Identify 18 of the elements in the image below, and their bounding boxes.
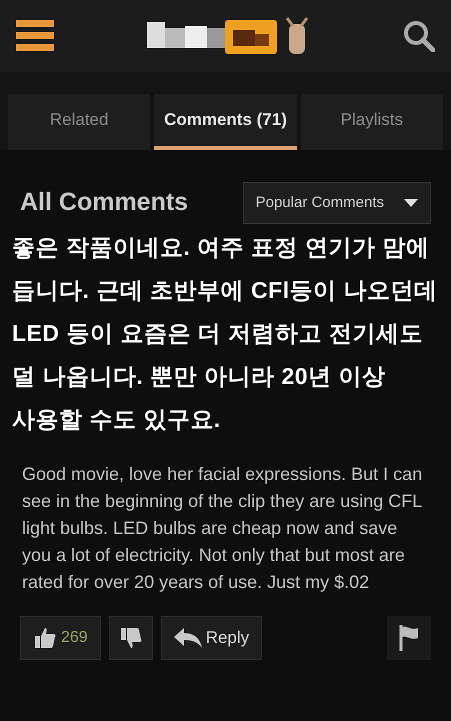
section-heading: All Comments	[20, 187, 188, 218]
reply-button[interactable]: Reply	[160, 616, 262, 660]
flag-icon	[399, 625, 419, 651]
thumbs-up-icon	[33, 626, 57, 650]
tab[interactable]: Playlists	[300, 94, 443, 150]
reply-arrow-icon	[174, 628, 202, 648]
caption-text: 좋은 작품이네요. 여주 표정 연기가 맘에 듭니다. 근데 초반부에 CFl등이 나오던데 LED 등이 요즘은 더 저렴하고 전기세도 덜 나옵니다. 뿐만 아니라 20년 이상 사용할 수도 있구요.	[11, 233, 438, 434]
caret-icon	[404, 199, 418, 207]
comment-text: Good movie, love her facial expressions. But I can see in the beginning of the clip they are using CFL light bulbs. LED bulbs are cheap now and save you a lot of electricity. Not only that but most are rated for over 20 years of use. Just my $.02	[21, 463, 424, 594]
like-button[interactable]: 269	[20, 616, 101, 660]
thumbs-down-icon	[118, 626, 143, 650]
sort-dropdown[interactable]: Popular Comments	[242, 182, 431, 224]
search-icon[interactable]	[403, 20, 435, 52]
dislike-button[interactable]	[108, 616, 153, 660]
tab[interactable]: Comments (71)	[154, 94, 297, 150]
flag-button[interactable]	[387, 616, 431, 660]
tab[interactable]: Related	[8, 94, 150, 150]
menu-icon[interactable]	[16, 20, 56, 52]
